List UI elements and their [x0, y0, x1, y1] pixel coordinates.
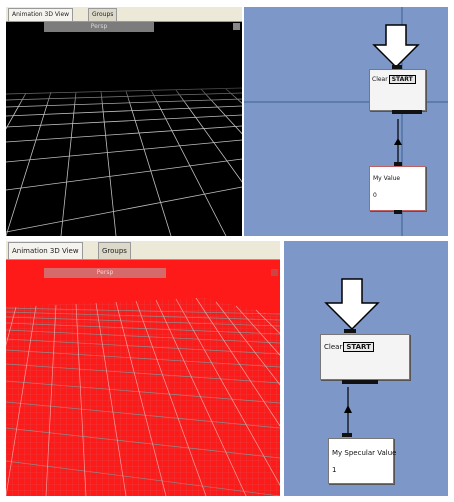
bottom-graph-panel[interactable]: Clear START My Specular Value 1: [284, 241, 448, 496]
tab-animation-3d-view[interactable]: Animation 3D View: [8, 242, 83, 259]
value-node[interactable]: My Specular Value 1: [328, 438, 397, 484]
value-node-output-pin[interactable]: [394, 210, 402, 214]
top-tabbar: Animation 3D View Groups: [6, 7, 242, 22]
value-node-label: My Specular Value: [332, 449, 397, 457]
value-node-value: 0: [373, 192, 377, 199]
start-node[interactable]: Clear START: [369, 69, 426, 111]
connector-arrow-icon: [394, 138, 402, 145]
bottom-viewport[interactable]: Persp: [6, 268, 280, 496]
connector-arrow-icon: [344, 405, 352, 413]
value-node-value: 1: [332, 466, 337, 474]
value-node[interactable]: My Value 0: [369, 166, 426, 211]
bottom-grid-floor: [6, 297, 280, 496]
tab-animation-3d-view[interactable]: Animation 3D View: [8, 8, 74, 21]
start-node-title: Clear START: [372, 75, 416, 84]
start-arrow-icon: [372, 24, 420, 69]
start-node-title: Clear START: [324, 342, 374, 352]
top-graph-panel[interactable]: Clear START My Value 0: [244, 7, 448, 236]
start-tag: START: [388, 75, 416, 84]
start-node-output-pins[interactable]: [392, 110, 422, 114]
value-node-input-pin[interactable]: [342, 433, 352, 437]
tab-groups[interactable]: Groups: [98, 242, 131, 259]
start-node-input-pin[interactable]: [344, 329, 356, 333]
start-node[interactable]: Clear START: [320, 334, 410, 380]
start-tag: START: [343, 342, 374, 352]
bottom-tabbar: Animation 3D View Groups: [6, 241, 280, 260]
start-arrow-icon: [324, 278, 380, 331]
top-viewport[interactable]: Persp: [6, 22, 242, 236]
top-3d-view-panel: Animation 3D View Groups Persp: [6, 7, 242, 236]
top-grid-floor: [6, 77, 242, 236]
value-node-label: My Value: [373, 175, 401, 182]
bottom-3d-view-panel: Animation 3D View Groups Persp: [6, 241, 280, 496]
start-node-output-pins[interactable]: [342, 380, 378, 384]
tab-groups[interactable]: Groups: [88, 8, 118, 21]
